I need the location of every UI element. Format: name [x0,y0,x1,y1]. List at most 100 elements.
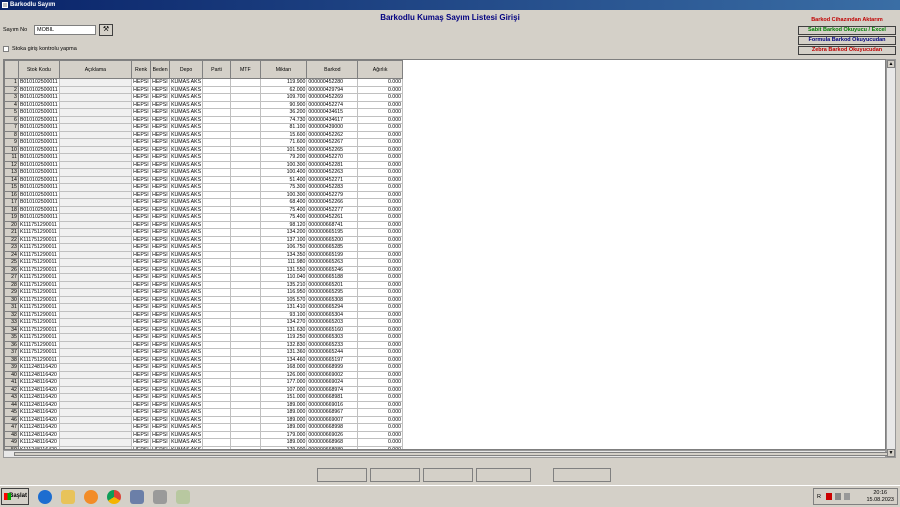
table-cell[interactable]: KUMAS AKS [169,108,204,117]
table-cell[interactable]: B010102500011 [17,183,60,192]
row-number[interactable]: 13 [4,168,19,177]
column-header-4[interactable]: Depo [169,60,204,79]
table-cell[interactable] [229,273,261,282]
table-cell[interactable]: K111751290011 [17,355,60,364]
table-cell[interactable] [229,333,261,342]
row-number[interactable]: 21 [4,228,19,237]
table-cell[interactable]: B010102500011 [17,205,60,214]
table-cell[interactable]: 179.000 [259,430,308,439]
table-cell[interactable] [202,273,231,282]
table-cell[interactable] [58,310,133,319]
bottom-button-2[interactable] [370,468,420,482]
table-cell[interactable]: 0.000 [357,220,403,229]
table-cell[interactable]: 0.000 [357,423,403,432]
table-row[interactable]: 44 K111248116420 HEPSI HEPSI KUMAS AKS 189.00… [4,400,885,409]
table-cell[interactable] [202,325,231,334]
table-cell[interactable]: 168.000 [259,363,308,372]
table-cell[interactable]: KUMAS AKS [169,235,204,244]
table-cell[interactable]: 000000439000 [306,123,359,132]
table-cell[interactable]: 000000665285 [306,243,359,252]
table-cell[interactable]: 000000665233 [306,340,359,349]
table-cell[interactable]: HEPSI [150,370,171,379]
table-cell[interactable] [58,385,133,394]
row-number[interactable]: 19 [4,213,19,222]
table-cell[interactable]: 62.000 [259,85,308,94]
table-cell[interactable]: 0.000 [357,115,403,124]
table-cell[interactable]: 000000665197 [306,355,359,364]
table-cell[interactable] [202,363,231,372]
table-cell[interactable] [229,168,261,177]
table-cell[interactable]: 189.000 [259,408,308,417]
table-cell[interactable]: 0.000 [357,138,403,147]
table-cell[interactable] [58,325,133,334]
table-cell[interactable] [202,85,231,94]
table-cell[interactable]: 106.750 [259,243,308,252]
table-cell[interactable] [58,423,133,432]
table-cell[interactable]: B010102500011 [17,138,60,147]
table-row[interactable]: 24 K111751290011 HEPSI HEPSI KUMAS AKS 134.35… [4,250,885,259]
table-cell[interactable]: HEPSI [131,228,152,237]
zebra-barkod-button[interactable]: Zebra Barkod Okuyucudan [798,46,896,55]
table-cell[interactable]: 110.040 [259,273,308,282]
row-number[interactable]: 15 [4,183,19,192]
table-cell[interactable] [229,430,261,439]
table-cell[interactable]: 0.000 [357,145,403,154]
column-header-9[interactable]: Ağırlık [357,60,403,79]
table-cell[interactable]: HEPSI [150,265,171,274]
table-cell[interactable]: 0.000 [357,183,403,192]
row-number[interactable]: 24 [4,250,19,259]
bottom-button-1[interactable] [317,468,367,482]
table-cell[interactable]: HEPSI [150,408,171,417]
table-cell[interactable]: K111751290011 [17,303,60,312]
row-number[interactable]: 29 [4,288,19,297]
table-cell[interactable]: 000000434615 [306,108,359,117]
table-cell[interactable]: HEPSI [131,333,152,342]
table-cell[interactable]: K111248116420 [17,370,60,379]
table-cell[interactable]: HEPSI [131,183,152,192]
table-cell[interactable]: K111248116420 [17,363,60,372]
scroll-down-icon[interactable]: ▼ [887,449,895,457]
table-cell[interactable]: KUMAS AKS [169,93,204,102]
table-cell[interactable]: 000000665188 [306,273,359,282]
table-cell[interactable]: KUMAS AKS [169,153,204,162]
row-number[interactable]: 11 [4,153,19,162]
table-cell[interactable]: B010102500011 [17,108,60,117]
column-header-1[interactable]: Açıklama [58,60,133,79]
table-cell[interactable]: 000000452269 [306,93,359,102]
table-cell[interactable]: 000000665246 [306,265,359,274]
table-cell[interactable]: HEPSI [131,393,152,402]
table-cell[interactable] [229,355,261,364]
table-cell[interactable]: B010102500011 [17,213,60,222]
table-cell[interactable]: HEPSI [150,115,171,124]
table-cell[interactable]: KUMAS AKS [169,288,204,297]
table-cell[interactable]: HEPSI [131,370,152,379]
table-cell[interactable]: B010102500011 [17,190,60,199]
table-cell[interactable]: 134.460 [259,355,308,364]
table-cell[interactable]: 000000452277 [306,205,359,214]
table-cell[interactable] [229,243,261,252]
table-cell[interactable]: K111751290011 [17,220,60,229]
table-cell[interactable]: HEPSI [131,438,152,447]
table-cell[interactable] [58,183,133,192]
table-cell[interactable]: K111248116420 [17,393,60,402]
table-cell[interactable]: KUMAS AKS [169,220,204,229]
table-cell[interactable] [229,393,261,402]
table-cell[interactable]: 000000665244 [306,348,359,357]
table-cell[interactable] [229,400,261,409]
table-cell[interactable] [229,153,261,162]
table-cell[interactable] [229,235,261,244]
table-cell[interactable]: KUMAS AKS [169,318,204,327]
table-row[interactable]: 30 K111751290011 HEPSI HEPSI KUMAS AKS 105.57… [4,295,885,304]
table-row[interactable]: 41 K111248116420 HEPSI HEPSI KUMAS AKS 177.00… [4,378,885,387]
table-cell[interactable]: 126.000 [259,370,308,379]
table-cell[interactable]: KUMAS AKS [169,325,204,334]
table-cell[interactable] [58,295,133,304]
table-cell[interactable]: KUMAS AKS [169,295,204,304]
row-number[interactable]: 9 [4,138,19,147]
table-cell[interactable]: HEPSI [131,115,152,124]
table-cell[interactable] [58,250,133,259]
table-cell[interactable] [58,430,133,439]
table-cell[interactable]: KUMAS AKS [169,438,204,447]
table-cell[interactable]: 0.000 [357,160,403,169]
table-cell[interactable]: KUMAS AKS [169,100,204,109]
